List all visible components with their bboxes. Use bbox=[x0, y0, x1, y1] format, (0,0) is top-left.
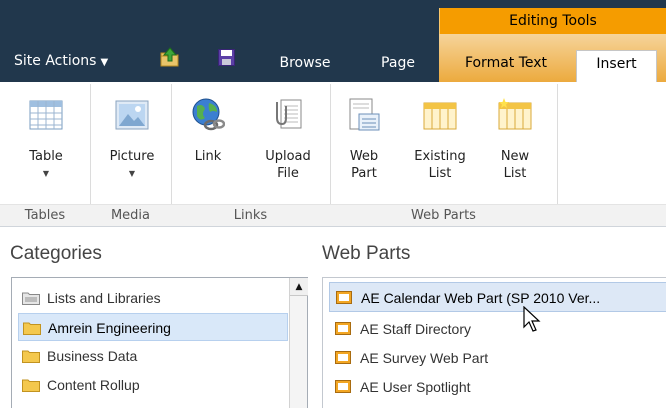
existing-list-button[interactable]: Existing List bbox=[408, 98, 472, 182]
ribbon-separator bbox=[330, 84, 331, 224]
chevron-down-icon: ▼ bbox=[100, 57, 109, 68]
upload-file-button[interactable]: Upload File bbox=[252, 98, 324, 182]
web-part-label: AE Calendar Web Part (SP 2010 Ver... bbox=[361, 290, 601, 306]
web-part-label: AE User Spotlight bbox=[360, 379, 471, 395]
group-label-tables: Tables bbox=[24, 208, 66, 223]
list-item[interactable]: AE Survey Web Part bbox=[329, 343, 666, 373]
tab-insert[interactable]: Insert bbox=[576, 50, 657, 83]
new-list-button[interactable]: New List bbox=[490, 98, 540, 182]
list-item-selected[interactable]: AE Calendar Web Part (SP 2010 Ver... bbox=[329, 282, 666, 312]
category-label: Lists and Libraries bbox=[47, 290, 161, 306]
link-icon bbox=[192, 98, 226, 131]
category-label: Amrein Engineering bbox=[48, 320, 171, 336]
categories-heading: Categories bbox=[10, 243, 102, 264]
chevron-down-icon: ▼ bbox=[42, 169, 50, 178]
category-label: Content Rollup bbox=[47, 377, 140, 393]
upload-file-icon bbox=[276, 99, 302, 129]
scrollbar[interactable]: ▲ bbox=[289, 278, 308, 408]
site-actions-label: Site Actions bbox=[14, 53, 97, 69]
web-part-icon bbox=[335, 322, 351, 335]
new-list-button-label: New List bbox=[500, 149, 530, 181]
web-part-icon bbox=[335, 351, 351, 364]
link-button[interactable]: Link bbox=[184, 98, 232, 165]
link-button-label: Link bbox=[194, 149, 222, 164]
mouse-cursor-icon bbox=[523, 306, 541, 332]
ribbon-separator bbox=[557, 84, 558, 224]
list-item-selected[interactable]: Amrein Engineering bbox=[18, 313, 288, 341]
scroll-up-icon[interactable]: ▲ bbox=[290, 278, 308, 296]
top-bar: Editing Tools Site Actions ▼ Browse Page … bbox=[0, 0, 666, 83]
existing-list-icon bbox=[423, 102, 457, 130]
list-item[interactable]: AE User Spotlight bbox=[329, 372, 666, 402]
picture-button-label: Picture bbox=[109, 149, 155, 164]
group-label-web-parts: Web Parts bbox=[411, 208, 476, 223]
group-label-links: Links bbox=[233, 208, 268, 223]
categories-list[interactable]: Lists and Libraries Amrein Engineering B… bbox=[11, 277, 308, 408]
web-part-button-label: Web Part bbox=[349, 149, 379, 181]
table-button[interactable]: Table ▼ bbox=[20, 98, 72, 182]
chevron-down-icon: ▼ bbox=[128, 169, 136, 178]
folder-icon bbox=[23, 322, 41, 335]
ribbon-separator bbox=[90, 84, 91, 224]
list-item[interactable]: Business Data bbox=[18, 342, 288, 370]
folder-icon bbox=[22, 292, 40, 305]
web-part-button[interactable]: Web Part bbox=[342, 98, 386, 182]
new-list-icon bbox=[498, 98, 532, 130]
save-icon[interactable] bbox=[218, 49, 235, 66]
editing-tools-label: Editing Tools bbox=[439, 8, 666, 34]
ribbon-group-labels: Tables Media Links Web Parts bbox=[0, 204, 666, 226]
web-part-icon bbox=[349, 98, 380, 131]
web-parts-heading: Web Parts bbox=[322, 243, 411, 264]
list-item[interactable]: Lists and Libraries bbox=[18, 284, 288, 312]
web-parts-list[interactable]: AE Calendar Web Part (SP 2010 Ver... AE … bbox=[322, 277, 666, 408]
upload-file-button-label: Upload File bbox=[265, 149, 311, 181]
web-part-icon bbox=[336, 291, 352, 304]
ribbon: Table ▼ Picture ▼ Link Upload File Web P… bbox=[0, 82, 666, 227]
existing-list-button-label: Existing List bbox=[414, 149, 466, 181]
table-button-label: Table bbox=[29, 149, 63, 164]
folder-icon bbox=[22, 350, 40, 363]
picture-icon bbox=[115, 100, 149, 130]
tab-format-text[interactable]: Format Text bbox=[445, 50, 567, 82]
category-label: Business Data bbox=[47, 348, 138, 364]
table-icon bbox=[29, 100, 63, 130]
web-part-icon bbox=[335, 380, 351, 393]
navigate-up-icon[interactable] bbox=[160, 47, 180, 67]
tab-browse[interactable]: Browse bbox=[270, 50, 340, 82]
ribbon-separator bbox=[171, 84, 172, 224]
picture-button[interactable]: Picture ▼ bbox=[100, 98, 164, 182]
web-part-label: AE Staff Directory bbox=[360, 321, 472, 337]
web-part-label: AE Survey Web Part bbox=[360, 350, 489, 366]
tab-page[interactable]: Page bbox=[368, 50, 428, 82]
list-item[interactable]: AE Staff Directory bbox=[329, 314, 666, 344]
site-actions-menu[interactable]: Site Actions ▼ bbox=[14, 53, 108, 69]
list-item[interactable]: Content Rollup bbox=[18, 371, 288, 399]
folder-icon bbox=[22, 379, 40, 392]
group-label-media: Media bbox=[110, 208, 151, 223]
